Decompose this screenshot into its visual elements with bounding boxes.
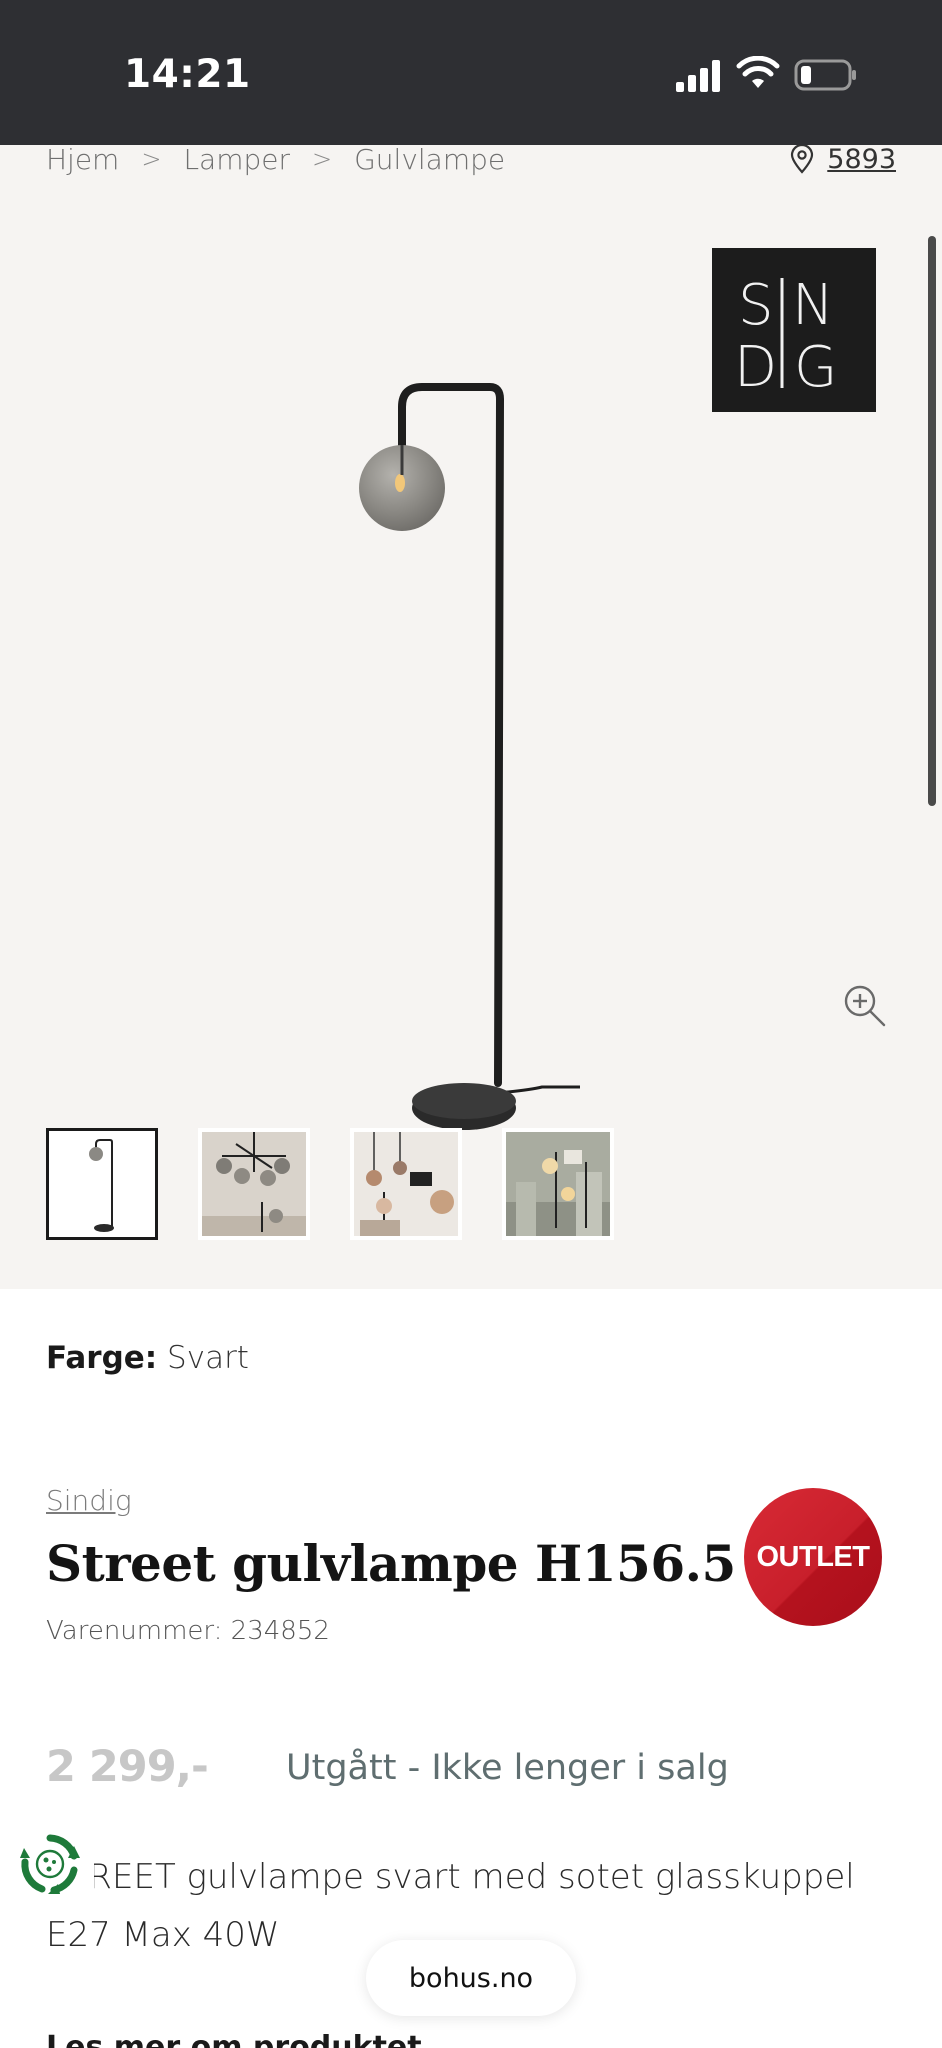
thumbnail-image xyxy=(506,1132,610,1236)
brand-link[interactable]: Sindig xyxy=(46,1484,132,1517)
status-time: 14:21 xyxy=(124,52,251,97)
wifi-icon xyxy=(736,56,780,88)
scrollbar[interactable] xyxy=(928,236,936,806)
zoom-in-icon[interactable] xyxy=(842,983,888,1029)
read-more-link[interactable]: Les mer om produktet xyxy=(46,2030,422,2048)
breadcrumb-separator: > xyxy=(312,145,333,173)
svg-text:G: G xyxy=(794,335,837,400)
thumbnail-image xyxy=(202,1132,306,1236)
product-title: Street gulvlampe H156.5 xyxy=(46,1534,736,1593)
color-selector: Farge: Svart xyxy=(46,1340,249,1376)
cellular-signal-icon xyxy=(676,60,720,92)
availability-status: Utgått - Ikke lenger i salg xyxy=(286,1748,729,1788)
outlet-badge: OUTLET xyxy=(744,1488,882,1626)
breadcrumb-item-home[interactable]: Hjem xyxy=(46,145,119,176)
breadcrumb-item-floor-lamp[interactable]: Gulvlampe xyxy=(354,145,505,176)
battery-icon xyxy=(794,59,856,91)
product-image-floor-lamp[interactable] xyxy=(340,295,600,1155)
color-label: Farge: xyxy=(46,1340,158,1376)
breadcrumb: Hjem > Lamper > Gulvlampe xyxy=(46,145,505,179)
thumbnail-2[interactable] xyxy=(198,1128,310,1240)
svg-text:S: S xyxy=(738,273,774,338)
thumbnail-image xyxy=(354,1132,458,1236)
recycle-eco-icon[interactable] xyxy=(18,1832,82,1896)
svg-text:N: N xyxy=(792,273,834,338)
thumbnail-1[interactable] xyxy=(46,1128,158,1240)
thumbnail-strip xyxy=(46,1128,614,1240)
color-value: Svart xyxy=(167,1340,249,1376)
breadcrumb-separator: > xyxy=(141,145,162,173)
store-number: 5893 xyxy=(827,145,896,175)
location-pin-icon xyxy=(791,145,814,174)
breadcrumb-item-lamps[interactable]: Lamper xyxy=(183,145,290,176)
product-gallery: Hjem > Lamper > Gulvlampe 5893 S N D G xyxy=(0,145,942,1289)
sindig-brand-logo: S N D G xyxy=(712,248,876,412)
status-bar: 14:21 xyxy=(0,0,942,145)
thumbnail-image xyxy=(50,1132,154,1236)
browser-url-pill[interactable]: bohus.no xyxy=(366,1940,576,2016)
product-price: 2 299,- xyxy=(46,1742,209,1792)
svg-text:D: D xyxy=(734,335,777,400)
product-sku: Varenummer: 234852 xyxy=(46,1616,330,1646)
store-selector[interactable]: 5893 xyxy=(789,145,896,179)
thumbnail-3[interactable] xyxy=(350,1128,462,1240)
thumbnail-4[interactable] xyxy=(502,1128,614,1240)
